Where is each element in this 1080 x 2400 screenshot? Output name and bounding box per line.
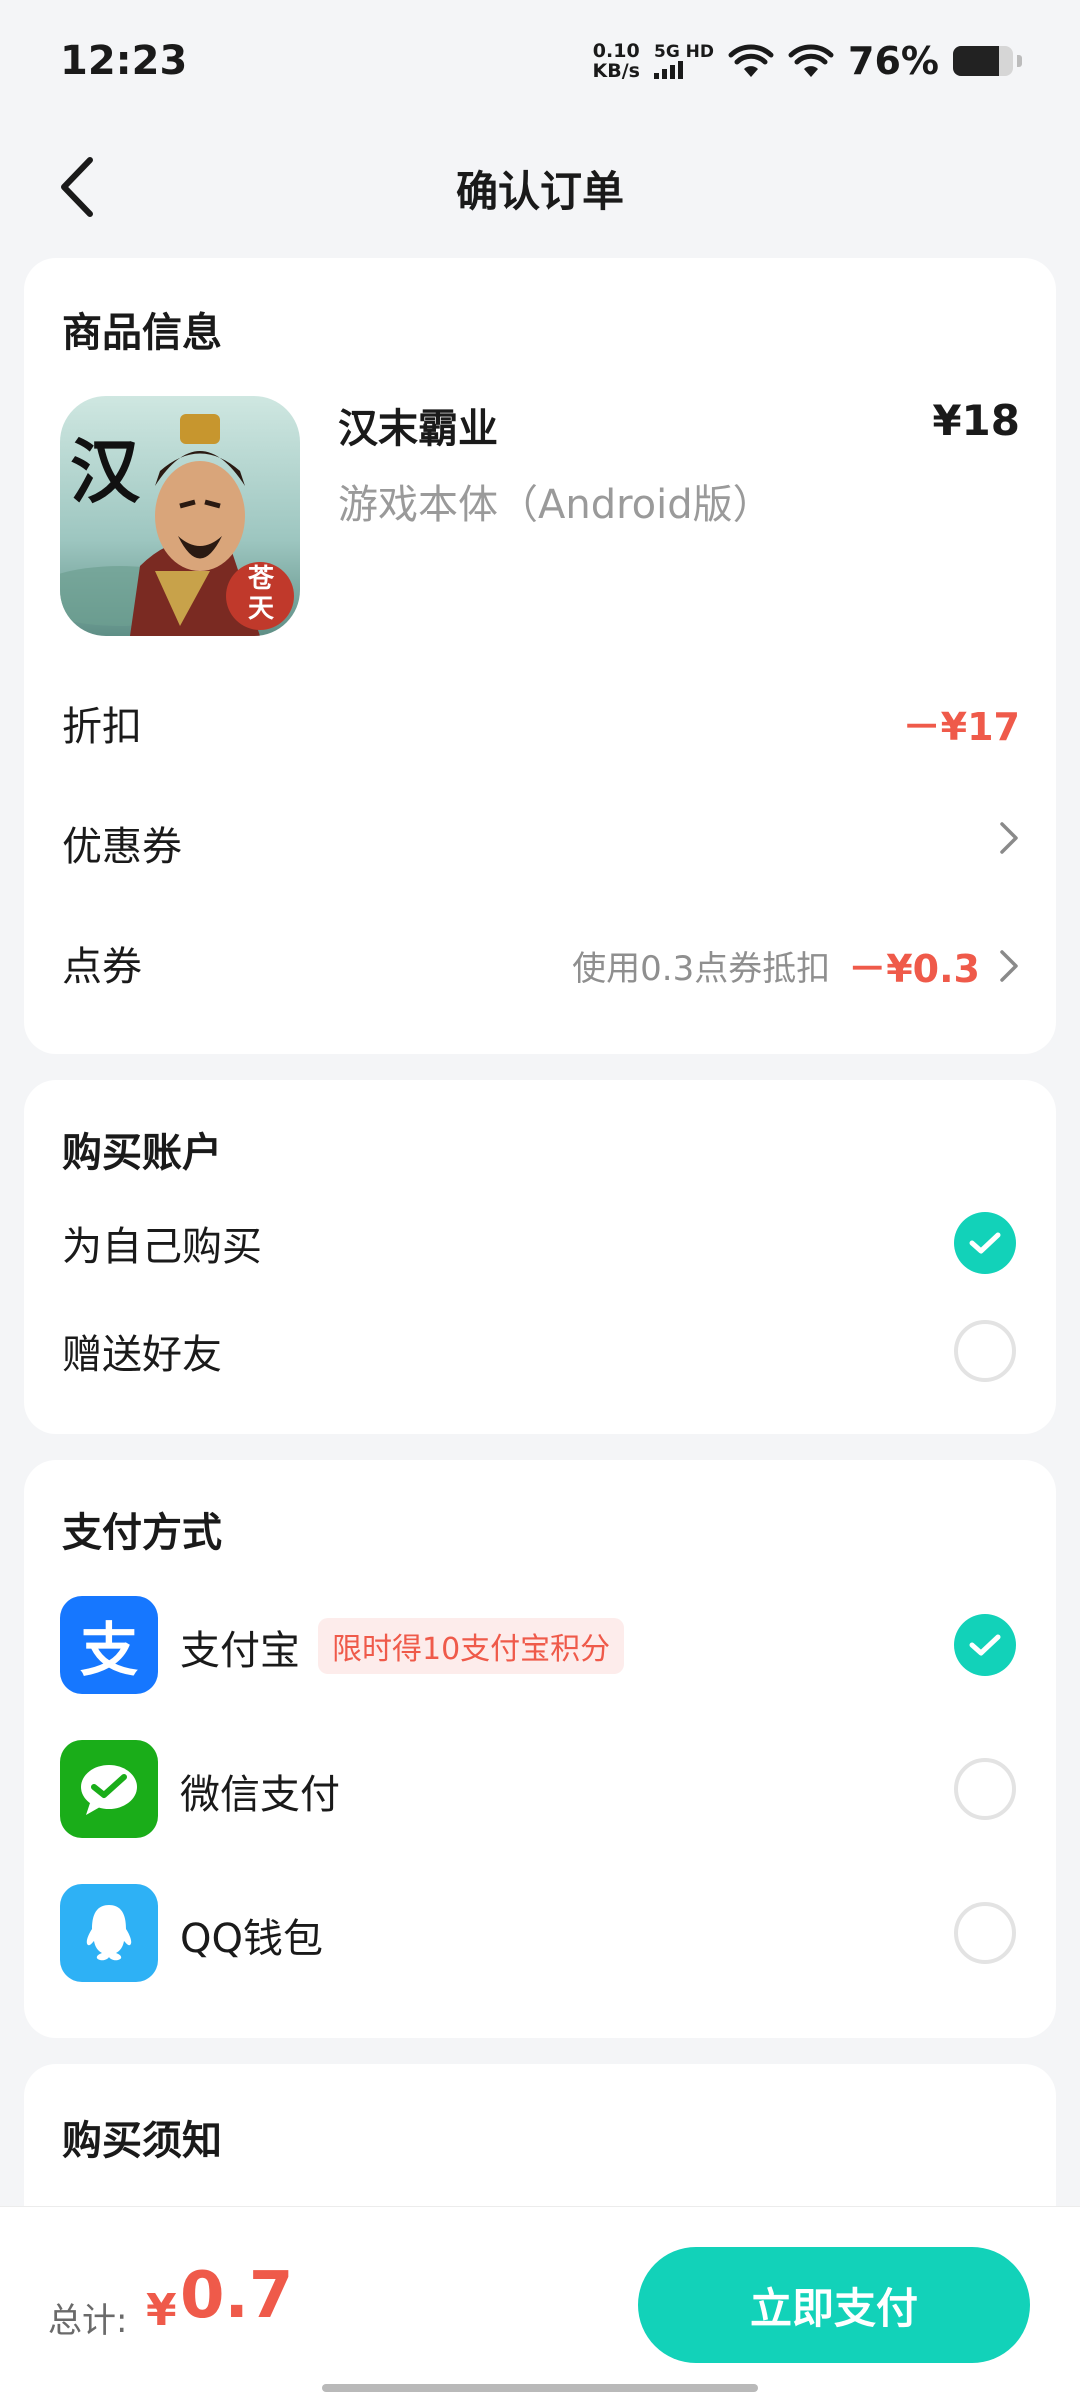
discount-row: －¥17 (903, 696, 1020, 751)
total-currency: ¥ (146, 2285, 177, 2336)
check-icon (969, 1232, 1001, 1254)
product-price: ¥18 (932, 396, 1020, 445)
wechat-pay-icon (60, 1740, 158, 1838)
account-card: 购买账户 为自己购买 赠送好友 (24, 1080, 1056, 1434)
points-value: －¥0.3 (848, 947, 980, 991)
points-note: 使用0.3点券抵扣 (572, 949, 831, 989)
status-icons: 0.10 KB/s 5G HD 76% (593, 36, 1022, 86)
alipay-promo-badge: 限时得10支付宝积分 (318, 1618, 625, 1674)
app-header: 确认订单 (0, 130, 1080, 240)
radio-alipay-selected[interactable] (954, 1614, 1016, 1676)
product-name: 汉末霸业 (338, 406, 498, 452)
discount-value: －¥17 (902, 705, 1020, 749)
total-label: 总计: (48, 2301, 128, 2341)
coupon-label[interactable]: 优惠券 (62, 814, 182, 872)
battery-icon (953, 46, 1013, 76)
account-option-self[interactable]: 为自己购买 (62, 1214, 262, 1272)
status-bar: 12:23 0.10 KB/s 5G HD 76% (0, 0, 1080, 120)
chevron-right-icon (1000, 949, 1018, 982)
section-title-payment: 支付方式 (62, 1510, 222, 1556)
battery-percent: 76% (848, 39, 939, 83)
qq-wallet-icon (60, 1884, 158, 1982)
game-icon-seal-char: 苍天 (248, 564, 275, 624)
check-icon (969, 1634, 1001, 1656)
section-title-product: 商品信息 (62, 310, 222, 356)
section-title-notice: 购买须知 (62, 2118, 222, 2164)
home-indicator[interactable] (322, 2384, 758, 2392)
page-title: 确认订单 (455, 167, 624, 216)
payment-label-qq[interactable]: QQ钱包 (180, 1906, 323, 1964)
checkout-bar: 总计: ¥ 0.7 立即支付 (0, 2206, 1080, 2400)
alipay-icon: 支 (60, 1596, 158, 1694)
payment-label-wechat[interactable]: 微信支付 (180, 1762, 340, 1820)
points-row[interactable]: 使用0.3点券抵扣 －¥0.3 (572, 938, 1020, 993)
payment-method-card: 支付方式 支 支付宝 限时得10支付宝积分 微信支付 QQ钱包 (24, 1460, 1056, 2038)
wifi-icon-2 (788, 44, 834, 77)
pay-now-button[interactable]: 立即支付 (638, 2247, 1030, 2363)
payment-label-alipay[interactable]: 支付宝 (180, 1618, 300, 1676)
radio-qq[interactable] (954, 1902, 1016, 1964)
account-option-gift[interactable]: 赠送好友 (62, 1322, 222, 1380)
network-speed: 0.10 KB/s (592, 40, 640, 82)
radio-self-selected[interactable] (954, 1212, 1016, 1274)
radio-gift[interactable] (954, 1320, 1016, 1382)
wifi-icon (728, 44, 774, 77)
cellular-signal-icon: 5G HD (653, 43, 714, 79)
game-icon-main-char: 汉 (70, 430, 140, 513)
total-amount: 0.7 (180, 2259, 294, 2333)
product-info-card: 商品信息 汉 苍天 汉末霸业 ¥18 游戏本体（Android版） 折扣 －¥1… (24, 258, 1056, 1054)
coupon-row[interactable] (998, 820, 1020, 856)
section-title-account: 购买账户 (62, 1130, 222, 1176)
status-time: 12:23 (60, 38, 188, 84)
game-cover-image: 汉 苍天 (60, 396, 300, 636)
radio-wechat[interactable] (954, 1758, 1016, 1820)
points-label[interactable]: 点券 (62, 934, 142, 992)
discount-label: 折扣 (62, 704, 142, 750)
chevron-right-icon (1000, 822, 1018, 854)
product-subtitle: 游戏本体（Android版） (338, 482, 773, 528)
